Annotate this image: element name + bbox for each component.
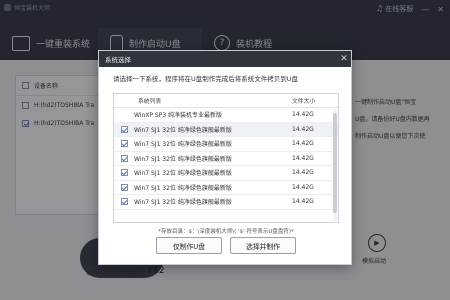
close-icon[interactable]: ✕ <box>337 52 351 66</box>
system-row[interactable]: Win7 SJ1 32位 纯净绿色旗舰最新版 14.42G <box>114 181 338 195</box>
row-checkbox[interactable] <box>120 125 128 133</box>
column-size: 文件大小 <box>292 99 316 105</box>
row-checkbox[interactable] <box>120 169 128 177</box>
row-checkbox[interactable] <box>120 183 128 191</box>
system-row[interactable]: Win7 SJ1 32位 纯净绿色旗舰最新版 14.42G <box>114 195 338 210</box>
list-header: 系统列表 文件大小 <box>114 94 338 108</box>
scroll-thumb[interactable] <box>333 113 337 213</box>
list-scrollbar[interactable] <box>333 109 337 221</box>
only-make-usb-button[interactable]: 仅制作U盘 <box>156 237 222 254</box>
system-row[interactable]: Win7 SJ1 32位 纯净绿色旗舰最新版 14.42G <box>114 122 338 137</box>
system-row[interactable]: Win7 SJ1 32位 纯净绿色旗舰最新版 14.42G <box>114 166 338 181</box>
row-checkbox[interactable] <box>120 198 128 206</box>
system-list: 系统列表 文件大小 WinXP SP3 纯净装机专业最新版 14.42G Win… <box>113 93 339 223</box>
save-directory-note: *存放目录：$：\深度装机大师\( '$' 符号表示U盘盘符)* <box>158 229 294 235</box>
system-row[interactable]: WinXP SP3 纯净装机专业最新版 14.42G <box>114 108 338 123</box>
dialog-title: 系统选择 <box>105 56 131 64</box>
system-row[interactable]: Win7 SJ1 32位 纯净绿色旗舰最新版 14.42G <box>114 137 338 152</box>
dialog-description: 请选择一下系统，程序将在U盘制作完成后将系统文件拷贝到U盘 <box>113 75 299 83</box>
row-checkbox[interactable] <box>120 140 128 148</box>
column-name: 系统列表 <box>138 99 162 105</box>
select-and-make-button[interactable]: 选择并制作 <box>230 237 296 254</box>
dialog-header: 系统选择 ✕ <box>99 51 351 67</box>
system-row[interactable]: Win7 SJ1 32位 纯净绿色旗舰最新版 14.42G <box>114 152 338 166</box>
row-checkbox[interactable] <box>120 154 128 162</box>
system-select-dialog: 系统选择 ✕ 请选择一下系统，程序将在U盘制作完成后将系统文件拷贝到U盘 系统列… <box>98 50 352 265</box>
